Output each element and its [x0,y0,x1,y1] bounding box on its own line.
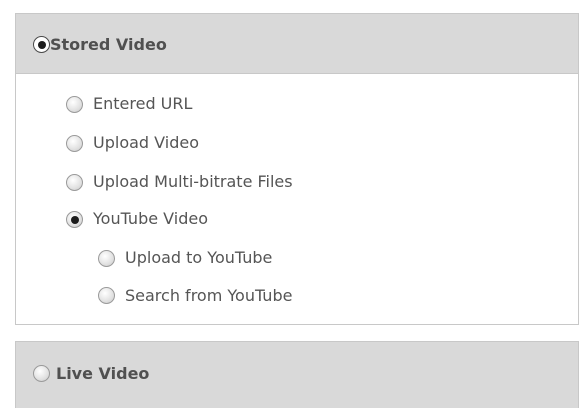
stored-video-label[interactable]: Stored Video [50,35,167,55]
search-from-youtube-label[interactable]: Search from YouTube [125,286,292,306]
entered-url-radio[interactable] [66,96,83,113]
stored-video-header[interactable]: Stored Video [15,13,579,73]
live-video-radio[interactable] [33,365,50,382]
stored-video-options-panel: Entered URL Upload Video Upload Multi-bi… [15,73,579,325]
youtube-video-label[interactable]: YouTube Video [93,209,208,229]
live-video-header[interactable]: Live Video [15,341,579,408]
upload-multi-bitrate-radio[interactable] [66,174,83,191]
stored-video-radio[interactable] [33,36,50,53]
live-video-label[interactable]: Live Video [56,364,149,384]
search-from-youtube-radio[interactable] [98,287,115,304]
upload-multi-bitrate-label[interactable]: Upload Multi-bitrate Files [93,172,293,192]
upload-video-label[interactable]: Upload Video [93,133,199,153]
youtube-video-radio[interactable] [66,211,83,228]
upload-video-radio[interactable] [66,135,83,152]
upload-to-youtube-radio[interactable] [98,250,115,267]
entered-url-label[interactable]: Entered URL [93,94,192,114]
upload-to-youtube-label[interactable]: Upload to YouTube [125,248,272,268]
